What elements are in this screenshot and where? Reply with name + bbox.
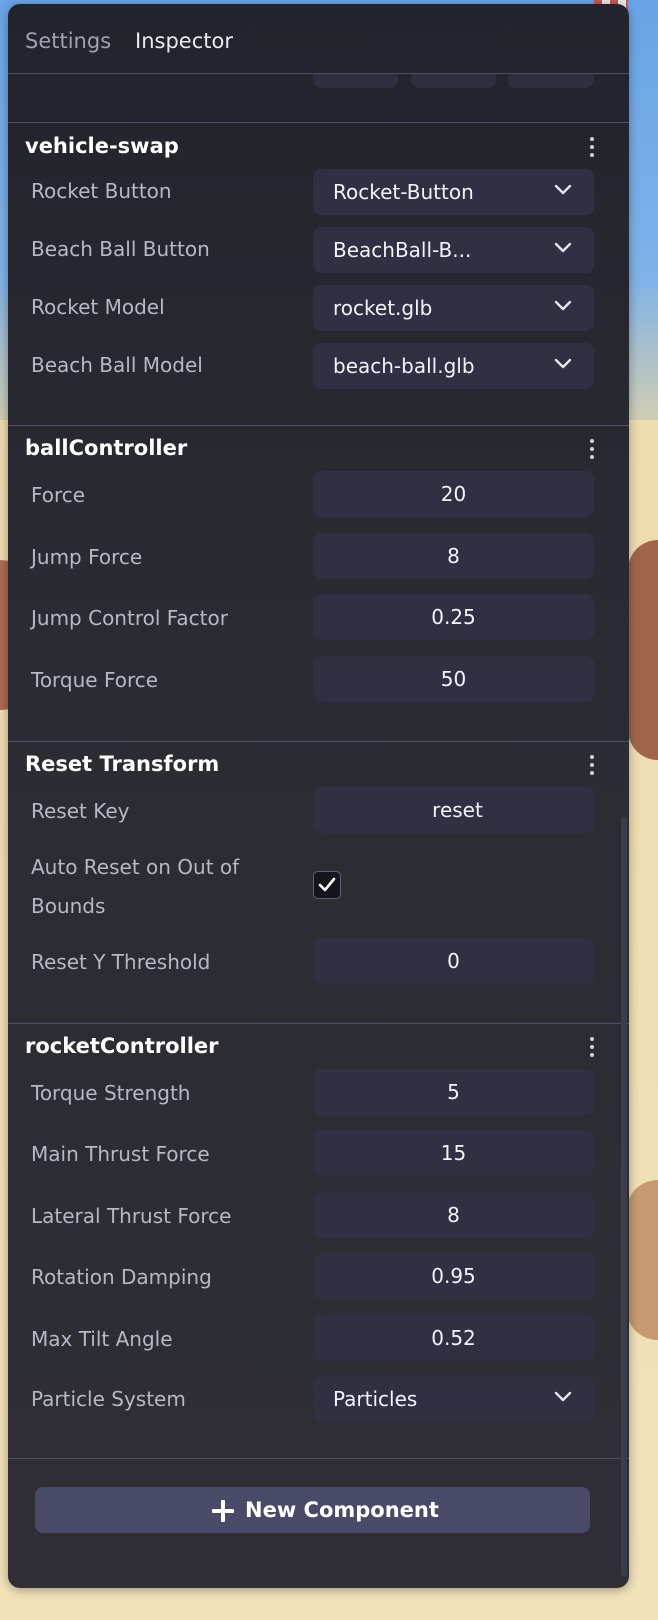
chevron-down-icon: [554, 358, 572, 369]
rocket-button-select[interactable]: Rocket-Button: [313, 169, 594, 215]
field-label: Reset Y Threshold: [31, 950, 211, 974]
rock-right-lower: [626, 1180, 658, 1340]
beach-ball-model-select[interactable]: beach-ball.glb: [313, 343, 594, 389]
kebab-menu-icon[interactable]: [586, 1035, 598, 1059]
tab-inspector[interactable]: Inspector: [135, 29, 233, 53]
jump-force-input[interactable]: 8: [313, 533, 594, 579]
section-title-rocket-controller: rocketController: [25, 1034, 219, 1058]
section-title-ball-controller: ballController: [25, 436, 188, 460]
reset-y-threshold-input[interactable]: 0: [313, 938, 594, 984]
jump-control-factor-input[interactable]: 0.25: [313, 594, 594, 640]
section-divider: [8, 1023, 629, 1024]
rock-right: [628, 540, 658, 760]
panel-tabs: Settings Inspector: [8, 4, 629, 73]
field-label: Torque Strength: [31, 1081, 191, 1105]
input-value: reset: [432, 798, 483, 822]
inspector-panel: Settings Inspector vehicle-swap Rocket B…: [8, 4, 629, 1588]
plus-icon: [212, 1500, 234, 1522]
select-value: rocket.glb: [333, 296, 433, 320]
chevron-down-icon: [554, 300, 572, 311]
field-label: Rocket Button: [31, 179, 172, 203]
scrolled-field-1[interactable]: [313, 74, 398, 88]
auto-reset-checkbox[interactable]: [313, 871, 341, 899]
chevron-down-icon: [554, 242, 572, 253]
field-label: Beach Ball Button: [31, 237, 210, 261]
lateral-thrust-force-input[interactable]: 8: [313, 1192, 594, 1238]
section-divider: [8, 1458, 629, 1459]
particle-system-select[interactable]: Particles: [313, 1376, 594, 1422]
reset-key-input[interactable]: reset: [313, 787, 594, 833]
select-value: Rocket-Button: [333, 180, 474, 204]
chevron-down-icon: [554, 184, 572, 195]
field-label: Lateral Thrust Force: [31, 1204, 232, 1228]
field-label: Max Tilt Angle: [31, 1327, 173, 1351]
max-tilt-angle-input[interactable]: 0.52: [313, 1315, 594, 1361]
section-title-vehicle-swap: vehicle-swap: [25, 134, 179, 158]
section-divider: [8, 741, 629, 742]
kebab-menu-icon[interactable]: [586, 135, 598, 159]
field-label: Auto Reset on Out of: [31, 855, 240, 879]
field-label: Particle System: [31, 1387, 186, 1411]
torque-strength-input[interactable]: 5: [313, 1069, 594, 1115]
tab-settings[interactable]: Settings: [25, 29, 111, 53]
rotation-damping-input[interactable]: 0.95: [313, 1253, 594, 1299]
beach-ball-button-select[interactable]: BeachBall-B...: [313, 227, 594, 273]
new-component-label: New Component: [245, 1498, 439, 1522]
main-thrust-force-input[interactable]: 15: [313, 1130, 594, 1176]
section-divider: [8, 122, 629, 123]
field-label: Force: [31, 483, 86, 507]
section-title-reset-transform: Reset Transform: [25, 752, 220, 776]
scrolled-field-2[interactable]: [411, 74, 496, 88]
field-label: Jump Control Factor: [31, 606, 228, 630]
field-label: Beach Ball Model: [31, 353, 203, 377]
field-label-continued: Bounds: [31, 894, 106, 918]
field-label: Reset Key: [31, 799, 130, 823]
torque-force-input[interactable]: 50: [313, 656, 594, 702]
rocket-model-select[interactable]: rocket.glb: [313, 285, 594, 331]
field-label: Rotation Damping: [31, 1265, 212, 1289]
select-value: BeachBall-B...: [333, 238, 472, 262]
field-label: Rocket Model: [31, 295, 165, 319]
field-label: Jump Force: [31, 545, 143, 569]
field-label: Torque Force: [31, 668, 159, 692]
scrolled-field-3[interactable]: [508, 74, 594, 88]
select-value: beach-ball.glb: [333, 354, 475, 378]
checkmark-icon: [318, 877, 336, 892]
select-value: Particles: [333, 1387, 418, 1411]
kebab-menu-icon[interactable]: [586, 437, 598, 461]
scrollbar[interactable]: [621, 817, 627, 1577]
chevron-down-icon: [554, 1391, 572, 1402]
section-divider: [8, 425, 629, 426]
new-component-button[interactable]: New Component: [35, 1487, 590, 1533]
kebab-menu-icon[interactable]: [586, 753, 598, 777]
field-label: Main Thrust Force: [31, 1142, 210, 1166]
force-input[interactable]: 20: [313, 471, 594, 517]
